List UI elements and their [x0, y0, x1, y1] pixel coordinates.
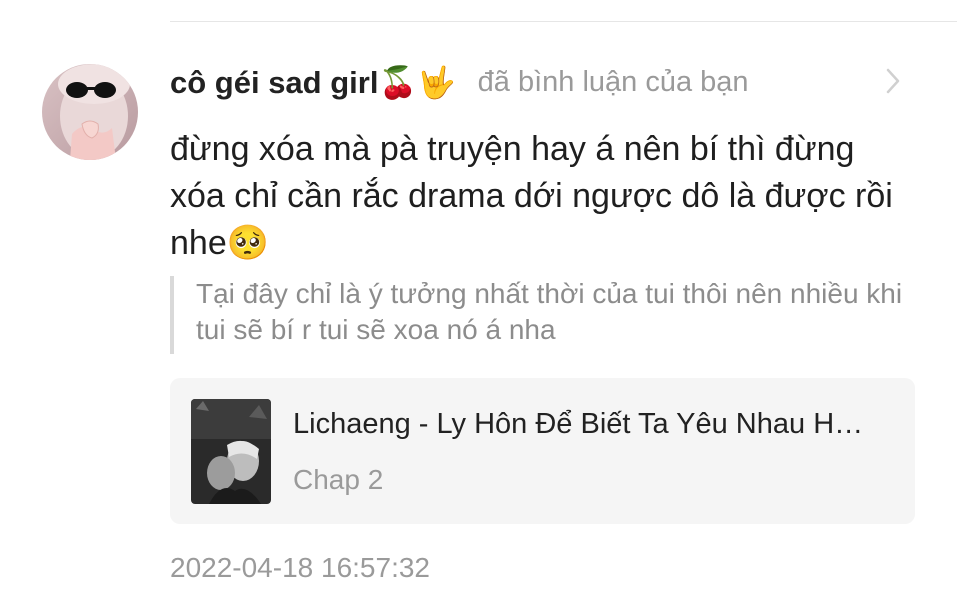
chevron-right-icon[interactable] [878, 64, 908, 98]
story-title: Lichaeng - Ly Hôn Để Biết Ta Yêu Nhau H… [293, 408, 864, 440]
user-avatar[interactable] [42, 64, 138, 160]
avatar-image [42, 64, 138, 160]
comment-text: đừng xóa mà pà truyện hay á nên bí thì đ… [170, 130, 893, 262]
top-divider [170, 21, 957, 22]
comment-timestamp: 2022-04-18 16:57:32 [170, 552, 430, 583]
story-cover-image [191, 399, 271, 504]
comment-header: cô géi sad girl🍒🤟 đã bình luận của bạn [170, 58, 870, 106]
username[interactable]: cô géi sad girl🍒🤟 [170, 64, 456, 101]
story-chapter: Chap 2 [293, 464, 384, 495]
action-text: đã bình luận của bạn [477, 65, 749, 98]
story-card[interactable]: Lichaeng - Ly Hôn Để Biết Ta Yêu Nhau H…… [170, 378, 915, 524]
quoted-reply: Tại đây chỉ là ý tưởng nhất thời của tui… [170, 276, 915, 354]
